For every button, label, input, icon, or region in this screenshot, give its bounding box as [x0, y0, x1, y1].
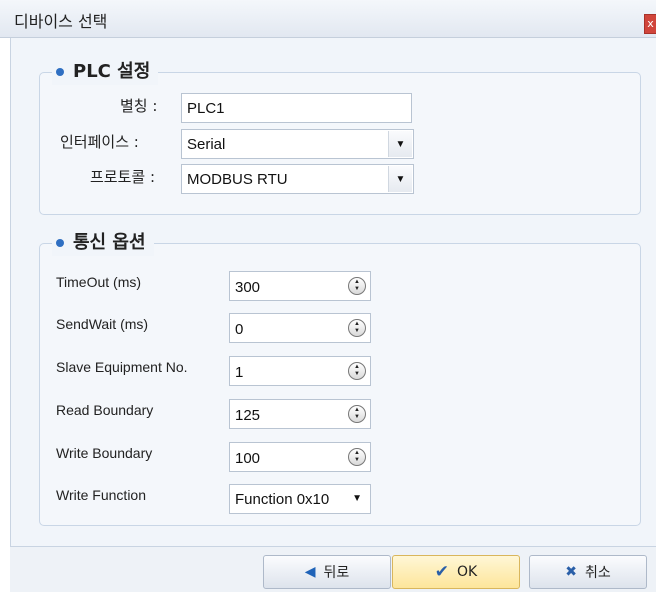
- dialog-body: PLC 설정 별칭 : PLC1 인터페이스 : Serial ▼ 프로토콜 :…: [10, 38, 656, 546]
- timeout-label: TimeOut (ms): [56, 274, 142, 290]
- alias-label: 별칭 :: [120, 97, 158, 115]
- write-function-select[interactable]: Function 0x10 ▼: [229, 484, 371, 514]
- spin-updown-icon[interactable]: ▲ ▼: [348, 277, 366, 295]
- ok-button[interactable]: ✔ OK: [392, 555, 520, 589]
- spin-updown-icon[interactable]: ▲ ▼: [348, 319, 366, 337]
- alias-input[interactable]: PLC1: [181, 93, 412, 123]
- write-function-label: Write Function: [56, 487, 146, 503]
- slave-no-value: 1: [235, 364, 244, 381]
- interface-value: Serial: [187, 136, 226, 153]
- protocol-label: 프로토콜 :: [90, 168, 156, 186]
- plc-settings-legend: PLC 설정: [52, 59, 159, 85]
- slave-no-spinner[interactable]: 1 ▲ ▼: [229, 356, 371, 386]
- read-boundary-label: Read Boundary: [56, 402, 154, 418]
- spin-updown-icon[interactable]: ▲ ▼: [348, 405, 366, 423]
- bullet-dot-icon: [56, 239, 64, 247]
- back-button[interactable]: ◀ 뒤로: [263, 555, 391, 589]
- write-boundary-value: 100: [235, 450, 261, 467]
- plc-settings-group: PLC 설정 별칭 : PLC1 인터페이스 : Serial ▼ 프로토콜 :…: [39, 59, 641, 215]
- spin-updown-icon[interactable]: ▲ ▼: [348, 448, 366, 466]
- back-button-label: 뒤로: [323, 565, 350, 581]
- cancel-button[interactable]: ✖ 취소: [529, 555, 647, 589]
- protocol-value: MODBUS RTU: [187, 171, 288, 188]
- sendwait-label: SendWait (ms): [56, 316, 149, 332]
- comm-options-group: 통신 옵션 TimeOut (ms) 300 ▲ ▼ SendWait (ms) …: [39, 230, 641, 526]
- interface-select[interactable]: Serial ▼: [181, 129, 414, 159]
- dropdown-arrow-icon[interactable]: ▼: [388, 131, 412, 157]
- close-button[interactable]: x: [644, 14, 656, 34]
- sendwait-spinner[interactable]: 0 ▲ ▼: [229, 313, 371, 343]
- spin-updown-icon[interactable]: ▲ ▼: [348, 362, 366, 380]
- read-boundary-value: 125: [235, 407, 261, 424]
- protocol-select[interactable]: MODBUS RTU ▼: [181, 164, 414, 194]
- bullet-dot-icon: [56, 68, 64, 76]
- slave-no-label: Slave Equipment No.: [56, 359, 188, 375]
- dropdown-arrow-icon[interactable]: ▼: [352, 493, 362, 504]
- write-function-value: Function 0x10: [235, 491, 330, 508]
- close-icon: x: [647, 17, 654, 30]
- window-title: 디바이스 선택: [14, 12, 108, 31]
- timeout-value: 300: [235, 279, 261, 296]
- dropdown-arrow-icon[interactable]: ▼: [388, 166, 412, 192]
- timeout-spinner[interactable]: 300 ▲ ▼: [229, 271, 371, 301]
- alias-value: PLC1: [187, 100, 225, 117]
- write-boundary-label: Write Boundary: [56, 445, 153, 461]
- write-boundary-spinner[interactable]: 100 ▲ ▼: [229, 442, 371, 472]
- arrow-left-icon: ◀: [304, 564, 316, 580]
- button-bar: ◀ 뒤로 ✔ OK ✖ 취소: [10, 546, 656, 592]
- sendwait-value: 0: [235, 321, 244, 338]
- interface-label: 인터페이스 :: [60, 133, 139, 151]
- comm-options-legend: 통신 옵션: [52, 230, 154, 256]
- x-icon: ✖: [565, 564, 577, 580]
- ok-button-label: OK: [457, 564, 478, 580]
- plc-settings-title: PLC 설정: [73, 61, 151, 82]
- read-boundary-spinner[interactable]: 125 ▲ ▼: [229, 399, 371, 429]
- cancel-button-label: 취소: [584, 565, 611, 581]
- checkmark-icon: ✔: [434, 562, 450, 582]
- title-bar: 디바이스 선택 x: [0, 0, 656, 38]
- comm-options-title: 통신 옵션: [73, 232, 146, 253]
